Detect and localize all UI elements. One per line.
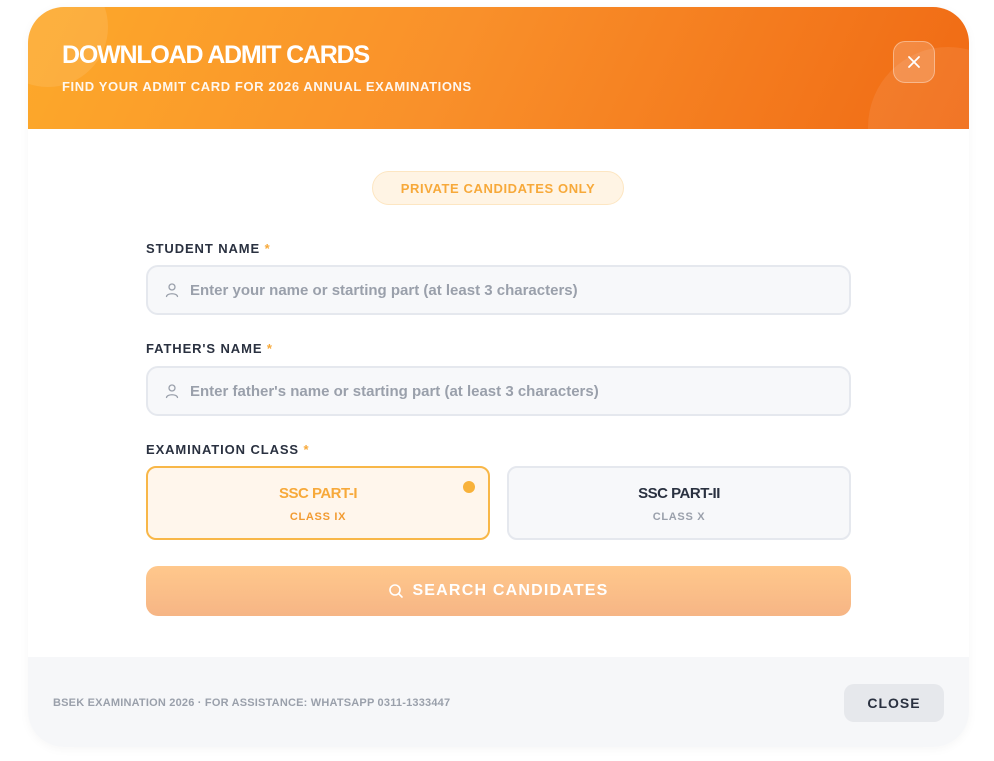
modal-header: DOWNLOAD ADMIT CARDS FIND YOUR ADMIT CAR… bbox=[28, 7, 969, 129]
required-mark: * bbox=[264, 241, 271, 256]
close-icon bbox=[908, 56, 920, 68]
class-option-ssc-part-2[interactable]: SSC PART-II CLASS X bbox=[507, 466, 851, 540]
exam-class-label: EXAMINATION CLASS * bbox=[146, 442, 310, 457]
student-name-label: STUDENT NAME * bbox=[146, 241, 271, 256]
class-option-name: SSC PART-I bbox=[278, 485, 358, 502]
search-button-label: SEARCH CANDIDATES bbox=[412, 582, 609, 599]
selected-indicator-dot bbox=[463, 481, 475, 493]
private-candidates-badge: PRIVATE CANDIDATES ONLY bbox=[372, 171, 624, 205]
class-option-ssc-part-1[interactable]: SSC PART-I CLASS IX bbox=[146, 466, 490, 540]
modal-title: DOWNLOAD ADMIT CARDS bbox=[62, 41, 370, 69]
student-name-field[interactable] bbox=[146, 265, 851, 315]
close-modal-button[interactable] bbox=[893, 41, 935, 83]
exam-class-label-text: EXAMINATION CLASS bbox=[146, 442, 300, 457]
footer-info: BSEK EXAMINATION 2026 · FOR ASSISTANCE: … bbox=[53, 697, 451, 709]
modal-footer: BSEK EXAMINATION 2026 · FOR ASSISTANCE: … bbox=[28, 657, 969, 747]
modal-subtitle: FIND YOUR ADMIT CARD FOR 2026 ANNUAL EXA… bbox=[62, 79, 472, 94]
class-option-sub: CLASS X bbox=[652, 511, 706, 523]
class-option-name: SSC PART-II bbox=[638, 485, 720, 502]
required-mark: * bbox=[303, 442, 310, 457]
student-name-input[interactable] bbox=[190, 267, 840, 313]
father-name-input[interactable] bbox=[190, 368, 840, 414]
search-icon bbox=[389, 584, 404, 598]
admit-card-modal: DOWNLOAD ADMIT CARDS FIND YOUR ADMIT CAR… bbox=[28, 7, 969, 747]
required-mark: * bbox=[266, 341, 273, 356]
class-option-sub: CLASS IX bbox=[289, 511, 347, 523]
father-name-label-text: FATHER'S NAME bbox=[146, 341, 263, 356]
user-icon bbox=[165, 283, 179, 298]
father-name-label: FATHER'S NAME * bbox=[146, 341, 273, 356]
search-candidates-button[interactable]: SEARCH CANDIDATES bbox=[146, 566, 851, 616]
father-name-field[interactable] bbox=[146, 366, 851, 416]
user-icon bbox=[165, 384, 179, 399]
student-name-label-text: STUDENT NAME bbox=[146, 241, 261, 256]
close-button[interactable]: CLOSE bbox=[844, 684, 944, 722]
